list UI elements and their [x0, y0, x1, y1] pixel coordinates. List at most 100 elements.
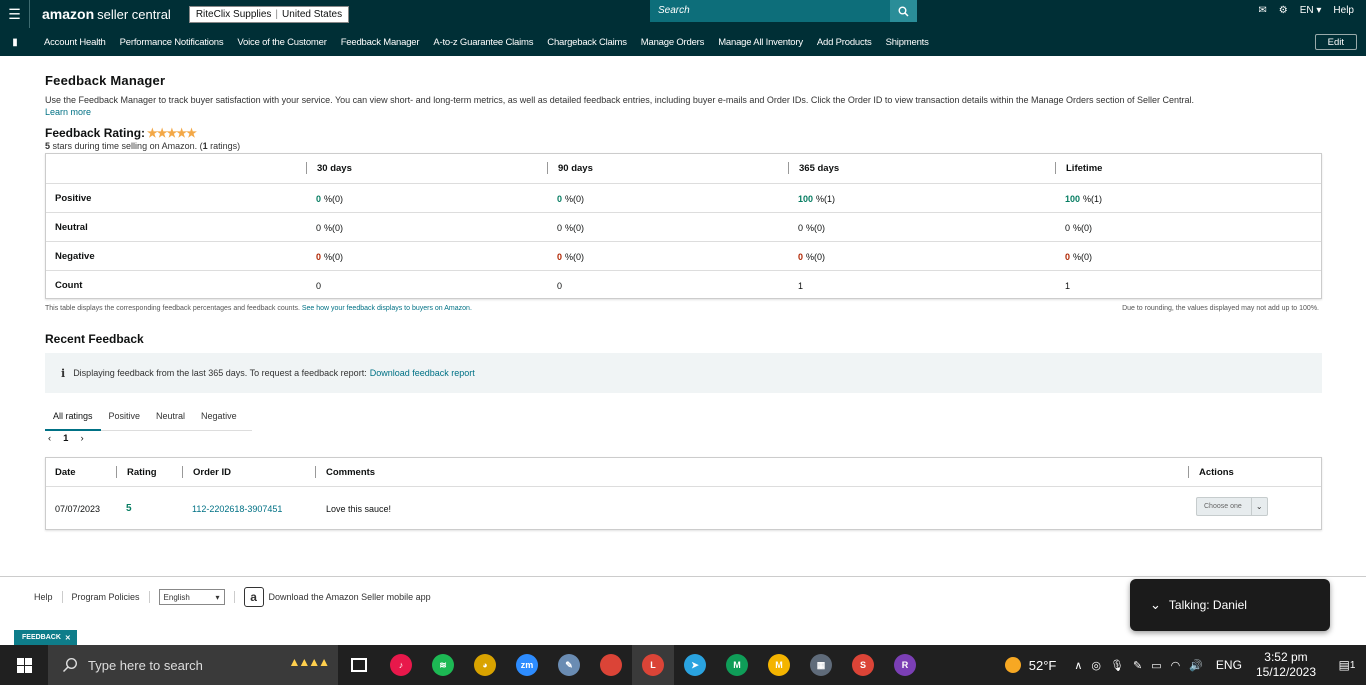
call-status-text: Talking: Daniel [1168, 598, 1247, 612]
metrics-suffix: %(0) [324, 222, 344, 233]
search-input[interactable]: Search [650, 0, 890, 22]
spotify-icon[interactable]: ≋ [422, 645, 464, 685]
nav-item-manage-inventory[interactable]: Manage All Inventory [718, 37, 803, 48]
game-icon[interactable]: ◕ [464, 645, 506, 685]
store-name: RiteClix Supplies [195, 8, 272, 20]
task-view-icon[interactable] [338, 645, 380, 685]
help-link[interactable]: Help [1333, 5, 1354, 16]
nav-item-voice-of-customer[interactable]: Voice of the Customer [237, 37, 326, 48]
paint-icon[interactable]: ✎ [548, 645, 590, 685]
temperature: 52°F [1028, 657, 1057, 673]
telegram-icon[interactable]: ➤ [674, 645, 716, 685]
windows-start-icon[interactable] [0, 645, 48, 685]
language-select[interactable]: English ▾ [158, 589, 225, 605]
metrics-cell: 0 %(0) [316, 213, 343, 242]
metrics-cell: 0 %(0) [316, 184, 343, 213]
camera-icon[interactable]: ◎ [1091, 659, 1101, 672]
nav-item-account-health[interactable]: Account Health [44, 37, 106, 48]
mobile-app-link[interactable]: Download the Amazon Seller mobile app [269, 592, 431, 602]
tiktok-icon[interactable]: ♪ [380, 645, 422, 685]
zoom-icon[interactable]: zm [506, 645, 548, 685]
table-row: 07/07/2023 5 112-2202618-3907451 Love th… [46, 487, 1321, 530]
metrics-row-count: Count 0 0 1 1 [46, 270, 1321, 299]
mail-icon[interactable]: ✉ [1258, 5, 1266, 16]
recent-feedback-title: Recent Feedback [45, 332, 144, 346]
tab-neutral[interactable]: Neutral [148, 404, 193, 431]
menu-icon[interactable]: ☰ [0, 0, 30, 28]
microphone-icon[interactable]: 🎙 [1110, 659, 1124, 672]
learn-more-link[interactable]: Learn more [45, 107, 91, 117]
rating-count-value: 1 [202, 141, 208, 151]
taskbar-search-input[interactable]: Type here to search ▲▲▲▲ [48, 645, 338, 685]
metrics-suffix: %(0) [806, 251, 826, 262]
metrics-footnote-text: This table displays the corresponding fe… [45, 305, 300, 312]
weather-widget[interactable]: 52°F [1004, 657, 1057, 673]
feedback-metrics-table: 30 days 90 days 365 days Lifetime Positi… [45, 153, 1322, 299]
rating-tabs: All ratings Positive Neutral Negative [45, 404, 252, 431]
store-selector[interactable]: RiteClix Supplies | United States [188, 5, 350, 23]
chrome-icon[interactable] [590, 645, 632, 685]
metrics-value: 0 [316, 193, 322, 204]
gear-icon[interactable]: ⚙ [1279, 5, 1288, 16]
tab-all-ratings[interactable]: All ratings [45, 404, 101, 431]
chevron-up-icon[interactable]: ∧ [1074, 659, 1082, 672]
metrics-header-lifetime: Lifetime [1055, 162, 1102, 174]
footer-links: Help Program Policies English ▾ a Downlo… [34, 587, 431, 607]
metrics-row-label: Positive [55, 193, 92, 204]
notification-icon[interactable]: ▤ 1 [1334, 645, 1360, 685]
wifi-icon[interactable]: ◠ [1171, 659, 1181, 672]
chrome-profile-r-icon[interactable]: R [884, 645, 926, 685]
next-page-icon[interactable]: › [80, 433, 83, 444]
order-id-link[interactable]: 112-2202618-3907451 [192, 504, 282, 514]
feedback-tab-label: FEEDBACK [22, 634, 61, 641]
chrome-profile-m2-icon[interactable]: M [758, 645, 800, 685]
tab-positive[interactable]: Positive [101, 404, 149, 431]
prev-page-icon[interactable]: ‹ [48, 433, 51, 444]
nav-item-manage-orders[interactable]: Manage Orders [641, 37, 705, 48]
pagination: ‹ 1 › [48, 433, 84, 444]
chrome-profile-l-icon[interactable]: L [632, 645, 674, 685]
nav-item-performance-notifications[interactable]: Performance Notifications [120, 37, 224, 48]
download-report-link[interactable]: Download feedback report [370, 368, 475, 378]
action-dropdown[interactable]: Choose one ⌄ [1196, 497, 1268, 516]
tab-negative[interactable]: Negative [193, 404, 245, 431]
clock[interactable]: 3:52 pm 15/12/2023 [1256, 650, 1316, 680]
column-comments: Comments [315, 466, 375, 478]
volume-icon[interactable]: 🔊 [1189, 659, 1203, 672]
feedback-tab[interactable]: FEEDBACK ✕ [14, 630, 77, 645]
edit-nav-button[interactable]: Edit [1314, 34, 1357, 50]
nav-item-chargeback-claims[interactable]: Chargeback Claims [547, 37, 627, 48]
battery-icon[interactable]: ▭ [1151, 659, 1161, 672]
bookmark-icon[interactable]: ▮ [0, 37, 30, 48]
metrics-suffix: %(0) [324, 193, 344, 204]
nav-item-a-to-z-claims[interactable]: A-to-z Guarantee Claims [433, 37, 533, 48]
metrics-row-label: Neutral [55, 222, 88, 233]
tiktok-icon-glyph: ♪ [390, 654, 412, 676]
nav-item-feedback-manager[interactable]: Feedback Manager [341, 37, 420, 48]
metrics-cell: 0 %(0) [798, 242, 825, 271]
chrome-profile-s-icon[interactable]: S [842, 645, 884, 685]
search-highlight-icon: ▲▲▲▲ [288, 655, 329, 669]
language-selector[interactable]: EN ▾ [1300, 5, 1322, 16]
top-right-controls: ✉ ⚙ EN ▾ Help [1258, 0, 1354, 20]
metrics-header-90-days: 90 days [547, 162, 593, 174]
footer-help-link[interactable]: Help [34, 592, 53, 602]
page-number[interactable]: 1 [63, 433, 68, 444]
call-notification[interactable]: ⌄ Talking: Daniel [1130, 579, 1330, 631]
chrome-profile-m-icon[interactable]: M [716, 645, 758, 685]
nav-item-add-products[interactable]: Add Products [817, 37, 872, 48]
program-policies-link[interactable]: Program Policies [72, 592, 140, 602]
metrics-row-label: Negative [55, 251, 95, 262]
metrics-header-row: 30 days 90 days 365 days Lifetime [46, 154, 1321, 183]
input-language[interactable]: ENG [1216, 658, 1242, 672]
amazon-app-icon[interactable]: a [243, 587, 264, 607]
chevron-down-icon[interactable]: ⌄ [1150, 597, 1161, 613]
search-button[interactable] [890, 0, 917, 22]
metrics-cell: 0 %(0) [1065, 242, 1092, 271]
seller-central-logo[interactable]: amazon seller central [42, 6, 171, 22]
close-icon[interactable]: ✕ [65, 634, 71, 642]
buyer-display-link[interactable]: See how your feedback displays to buyers… [302, 305, 472, 312]
pen-icon[interactable]: ✎ [1133, 659, 1142, 672]
nav-item-shipments[interactable]: Shipments [886, 37, 929, 48]
calculator-icon[interactable]: ▦ [800, 645, 842, 685]
